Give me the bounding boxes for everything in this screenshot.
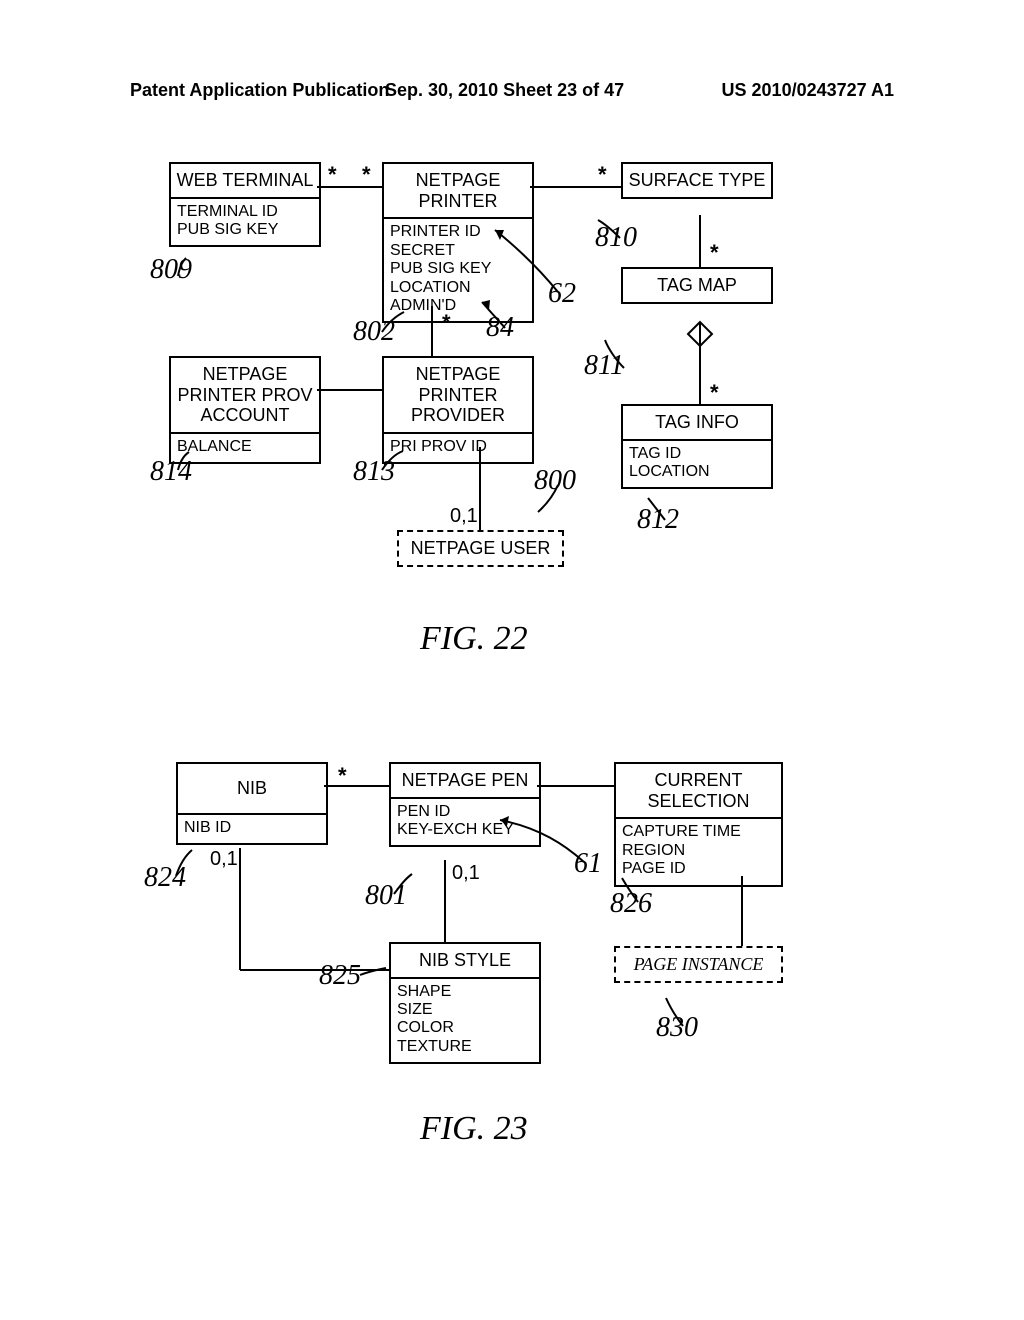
card-star-4: * — [710, 240, 719, 266]
tag-info-title: TAG INFO — [623, 406, 771, 439]
ref-813: 813 — [353, 456, 395, 488]
box-netpage-printer: NETPAGE PRINTER PRINTER ID SECRET PUB SI… — [382, 162, 534, 323]
box-current-selection: CURRENT SELECTION CAPTURE TIME REGION PA… — [614, 762, 783, 887]
tag-map-title: TAG MAP — [623, 269, 771, 302]
ref-801: 801 — [365, 880, 407, 912]
netpage-pen-title: NETPAGE PEN — [391, 764, 539, 797]
ref-802: 802 — [353, 316, 395, 348]
prov-account-attrs: BALANCE — [171, 434, 319, 462]
nib-title: NIB — [178, 764, 326, 813]
nib-attrs: NIB ID — [178, 815, 326, 843]
web-terminal-title: WEB TERMINAL — [171, 164, 319, 197]
card-star-1: * — [328, 162, 337, 188]
card23-01b: 0,1 — [452, 862, 480, 885]
surface-type-title: SURFACE TYPE — [623, 164, 771, 197]
box-prov-account: NETPAGE PRINTER PROV ACCOUNT BALANCE — [169, 356, 321, 464]
header-right: US 2010/0243727 A1 — [722, 80, 894, 101]
nib-style-title: NIB STYLE — [391, 944, 539, 977]
netpage-printer-title: NETPAGE PRINTER — [384, 164, 532, 217]
box-nib-style: NIB STYLE SHAPE SIZE COLOR TEXTURE — [389, 942, 541, 1064]
box-page-instance: PAGE INSTANCE — [614, 946, 783, 983]
ref-800: 800 — [534, 465, 576, 497]
ref-825: 825 — [319, 960, 361, 992]
nib-style-attrs: SHAPE SIZE COLOR TEXTURE — [391, 979, 539, 1063]
box-netpage-pen: NETPAGE PEN PEN ID KEY-EXCH KEY — [389, 762, 541, 847]
ref-814: 814 — [150, 456, 192, 488]
ref-62: 62 — [548, 278, 576, 310]
netpage-printer-attrs: PRINTER ID SECRET PUB SIG KEY LOCATION A… — [384, 219, 532, 321]
ref-810: 810 — [595, 222, 637, 254]
card-01: 0,1 — [450, 505, 478, 528]
ref-824: 824 — [144, 862, 186, 894]
web-terminal-attrs: TERMINAL ID PUB SIG KEY — [171, 199, 319, 246]
header-center: Sep. 30, 2010 Sheet 23 of 47 — [385, 80, 624, 101]
ref-826: 826 — [610, 888, 652, 920]
ref-811: 811 — [584, 350, 624, 382]
ref-84: 84 — [486, 312, 514, 344]
box-netpage-user: NETPAGE USER — [397, 530, 564, 567]
netpage-pen-attrs: PEN ID KEY-EXCH KEY — [391, 799, 539, 846]
printer-provider-attrs: PRI PROV ID — [384, 434, 532, 462]
printer-provider-title: NETPAGE PRINTER PROVIDER — [384, 358, 532, 432]
card-star-5: * — [710, 380, 719, 406]
card23-01a: 0,1 — [210, 848, 238, 871]
ref-812: 812 — [637, 504, 679, 536]
box-nib: NIB NIB ID — [176, 762, 328, 845]
current-selection-title: CURRENT SELECTION — [616, 764, 781, 817]
ref-830: 830 — [656, 1012, 698, 1044]
box-surface-type: SURFACE TYPE — [621, 162, 773, 199]
box-tag-info: TAG INFO TAG ID LOCATION — [621, 404, 773, 489]
fig23-caption: FIG. 23 — [420, 1110, 528, 1148]
box-web-terminal: WEB TERMINAL TERMINAL ID PUB SIG KEY — [169, 162, 321, 247]
current-selection-attrs: CAPTURE TIME REGION PAGE ID — [616, 819, 781, 884]
card-star-6: * — [442, 310, 451, 336]
tag-info-attrs: TAG ID LOCATION — [623, 441, 771, 488]
card23-star-1: * — [338, 763, 347, 789]
card-star-3: * — [598, 162, 607, 188]
page-instance-title: PAGE INSTANCE — [616, 948, 781, 981]
card-star-2: * — [362, 162, 371, 188]
ref-61: 61 — [574, 848, 602, 880]
prov-account-title: NETPAGE PRINTER PROV ACCOUNT — [171, 358, 319, 432]
ref-809: 809 — [150, 254, 192, 286]
box-tag-map: TAG MAP — [621, 267, 773, 304]
fig22-caption: FIG. 22 — [420, 620, 528, 658]
box-printer-provider: NETPAGE PRINTER PROVIDER PRI PROV ID — [382, 356, 534, 464]
header-left: Patent Application Publication — [130, 80, 389, 101]
netpage-user-title: NETPAGE USER — [399, 532, 562, 565]
